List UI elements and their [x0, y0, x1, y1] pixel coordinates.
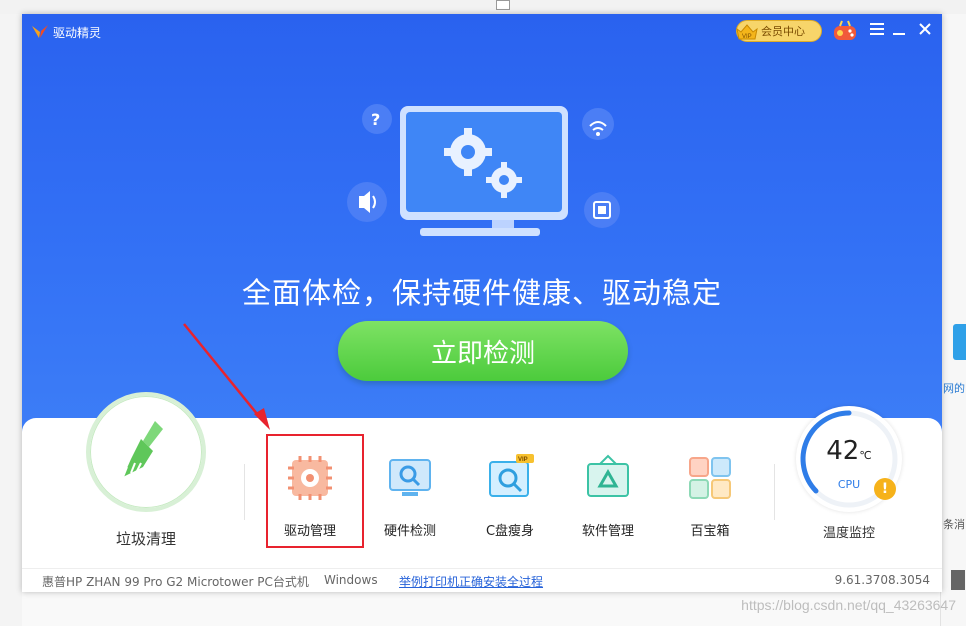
menu-icon[interactable] — [868, 20, 886, 38]
scan-now-button[interactable]: 立即检测 — [338, 321, 628, 381]
minimize-icon[interactable] — [890, 20, 908, 38]
os-name: Windows — [324, 573, 378, 587]
app-title: 驱动精灵 — [53, 25, 102, 40]
background-page-right: 网的 条消 — [940, 14, 966, 626]
junk-clean-button[interactable] — [86, 392, 206, 512]
tools-panel: 垃圾清理 驱动管理 硬件检测 VIP C盘瘦身 软件管理 百宝箱 42℃ CPU… — [22, 392, 942, 592]
hero-area: 驱动精灵 VIP 会员中心 ? 全面体检，保持硬件健康、驱动稳定 立即检测 — [22, 14, 942, 444]
hero-headline: 全面体检，保持硬件健康、驱动稳定 — [241, 276, 722, 310]
tool-toolbox[interactable]: 百宝箱 — [662, 444, 758, 544]
background-text-1: 网的 — [943, 383, 965, 395]
svg-text:VIP: VIP — [742, 34, 752, 40]
background-text-2: 条消 — [943, 519, 965, 531]
app-logo: 驱动精灵 — [30, 22, 101, 42]
status-bar: 惠普HP ZHAN 99 Pro G2 Microtower PC台式机 Win… — [22, 568, 942, 592]
background-blue-tab — [953, 324, 966, 360]
tutorial-link[interactable]: 举例打印机正确安装全过程 — [399, 573, 543, 590]
vip-badge: VIP — [518, 457, 528, 463]
software-box-icon — [587, 454, 629, 497]
svg-text:?: ? — [371, 110, 380, 129]
divider — [774, 464, 775, 520]
temperature-monitor-label: 温度监控 — [822, 526, 875, 541]
tool-label: 百宝箱 — [690, 524, 730, 539]
tool-label: 硬件检测 — [383, 524, 436, 539]
temperature-value: 42 — [826, 436, 860, 466]
watermark: https://blog.csdn.net/qq_43263647 — [741, 597, 956, 613]
background-square — [951, 570, 965, 590]
background-page-top — [0, 0, 966, 14]
vip-crown-icon: VIP — [736, 24, 758, 40]
app-window: 驱动精灵 VIP 会员中心 ? 全面体检，保持硬件健康、驱动稳定 立即检测 垃圾… — [22, 14, 942, 592]
game-controller-icon[interactable] — [832, 19, 858, 43]
grid-apps-icon — [689, 457, 731, 499]
screen: 网的 条消 https://blog.csdn.net/qq_43263647 … — [0, 0, 966, 626]
tool-software-manage[interactable]: 软件管理 — [560, 444, 656, 544]
broom-icon — [122, 421, 163, 478]
tool-label: C盘瘦身 — [485, 524, 535, 539]
hardware-illustration: ? — [347, 104, 620, 236]
disk-search-icon: VIP — [489, 454, 534, 497]
version-text: 9.61.3708.3054 — [834, 573, 930, 587]
device-name: 惠普HP ZHAN 99 Pro G2 Microtower PC台式机 — [42, 575, 309, 589]
temperature-unit: ℃ — [859, 449, 872, 462]
logo-icon — [32, 25, 48, 38]
vip-center-button[interactable]: VIP 会员中心 — [736, 20, 822, 42]
monitor-search-icon — [389, 459, 431, 496]
junk-clean-label: 垃圾清理 — [115, 530, 176, 548]
tool-label: 软件管理 — [581, 524, 634, 539]
vip-center-label: 会员中心 — [761, 25, 805, 38]
tool-c-drive-slim[interactable]: VIP C盘瘦身 — [462, 444, 558, 544]
temperature-value-row: 42℃ — [796, 436, 902, 466]
highlight-box — [266, 434, 364, 548]
background-checkbox — [496, 0, 510, 10]
warning-icon: ! — [874, 478, 896, 500]
divider — [244, 464, 245, 520]
close-icon[interactable] — [916, 20, 934, 38]
tool-hardware-check[interactable]: 硬件检测 — [362, 444, 458, 544]
